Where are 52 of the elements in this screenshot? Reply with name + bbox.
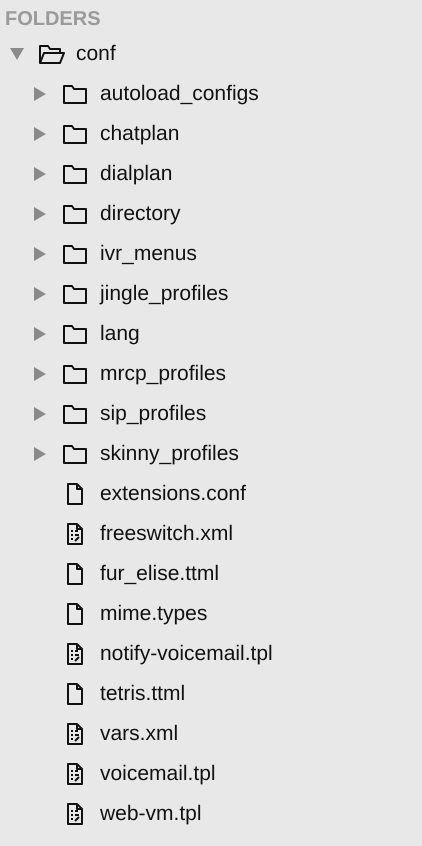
collapse-arrow-icon[interactable] <box>34 207 46 221</box>
folder-name[interactable]: jingle_profiles <box>100 278 228 310</box>
folder-icon <box>62 443 88 465</box>
collapse-arrow-icon[interactable] <box>34 447 46 461</box>
file-icon <box>66 682 84 706</box>
file-icon <box>66 482 84 506</box>
file-icon <box>66 562 84 586</box>
folder-icon <box>62 123 88 145</box>
folder-icon <box>62 243 88 265</box>
file-name[interactable]: voicemail.tpl <box>100 758 216 790</box>
collapse-arrow-icon[interactable] <box>34 327 46 341</box>
folder-name[interactable]: skinny_profiles <box>100 438 239 470</box>
open-folder-icon <box>38 43 66 65</box>
collapse-arrow-icon[interactable] <box>34 287 46 301</box>
folder-icon <box>62 283 88 305</box>
file-name[interactable]: extensions.conf <box>100 478 246 510</box>
folder-name[interactable]: autoload_configs <box>100 78 259 110</box>
file-name[interactable]: tetris.ttml <box>100 678 186 710</box>
folder-name[interactable]: mrcp_profiles <box>100 358 226 390</box>
folder-icon <box>62 163 88 185</box>
folder-name[interactable]: conf <box>76 38 116 70</box>
expand-arrow-icon[interactable] <box>10 48 24 60</box>
folder-icon <box>62 323 88 345</box>
folder-name[interactable]: chatplan <box>100 118 180 150</box>
sidebar-header: FOLDERS <box>4 7 102 32</box>
folder-icon <box>62 363 88 385</box>
folder-name[interactable]: sip_profiles <box>100 398 206 430</box>
collapse-arrow-icon[interactable] <box>34 127 46 141</box>
file-name[interactable]: notify-voicemail.tpl <box>100 638 273 670</box>
file-name[interactable]: vars.xml <box>100 718 178 750</box>
file-name[interactable]: web-vm.tpl <box>100 798 202 830</box>
file-name[interactable]: freeswitch.xml <box>100 518 234 550</box>
folder-icon <box>62 203 88 225</box>
text-file-icon <box>66 762 84 786</box>
collapse-arrow-icon[interactable] <box>34 247 46 261</box>
folder-name[interactable]: directory <box>100 198 181 230</box>
text-file-icon <box>66 522 84 546</box>
collapse-arrow-icon[interactable] <box>34 367 46 381</box>
folder-name[interactable]: dialplan <box>100 158 172 190</box>
folder-icon <box>62 83 88 105</box>
text-file-icon <box>66 642 84 666</box>
file-name[interactable]: fur_elise.ttml <box>100 558 220 590</box>
folder-icon <box>62 403 88 425</box>
file-icon <box>66 602 84 626</box>
folder-name[interactable]: ivr_menus <box>100 238 197 270</box>
collapse-arrow-icon[interactable] <box>34 407 46 421</box>
collapse-arrow-icon[interactable] <box>34 87 46 101</box>
folder-name[interactable]: lang <box>100 318 140 350</box>
text-file-icon <box>66 722 84 746</box>
text-file-icon <box>66 802 84 826</box>
collapse-arrow-icon[interactable] <box>34 167 46 181</box>
file-name[interactable]: mime.types <box>100 598 208 630</box>
